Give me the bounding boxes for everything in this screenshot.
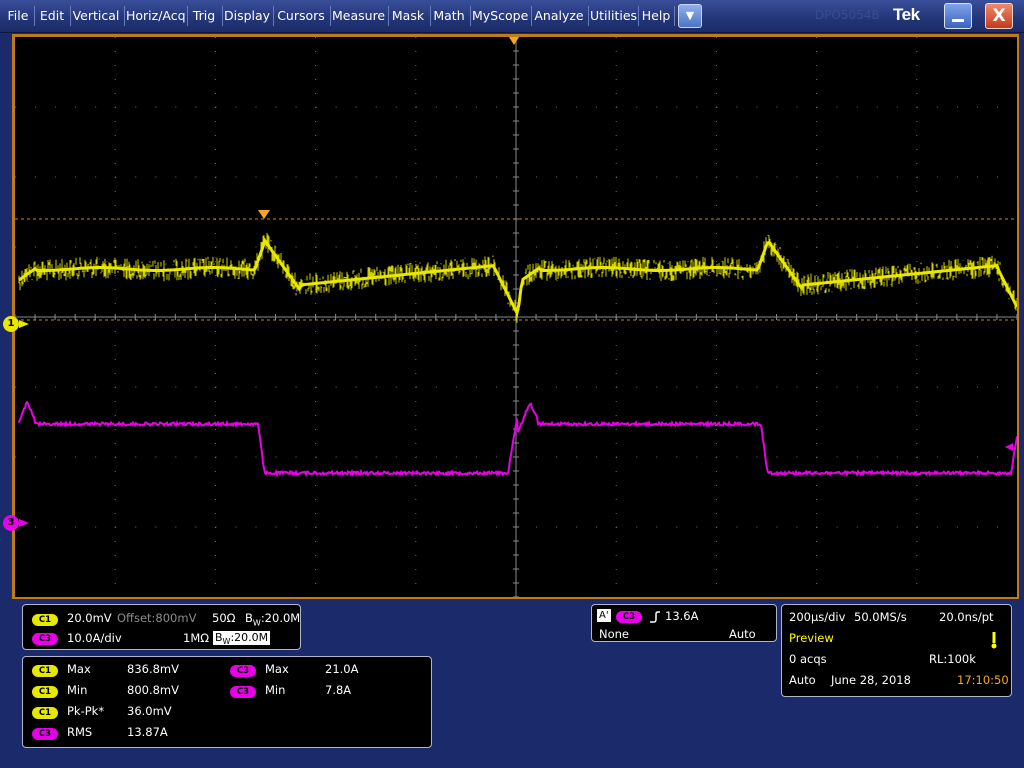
c1-badge[interactable]: C1 — [32, 614, 58, 626]
measurement-name: Max — [67, 662, 91, 676]
record-length: RL:100k — [929, 652, 976, 666]
ch1-marker[interactable]: 1 — [3, 316, 19, 332]
rising-edge-icon — [650, 611, 660, 623]
measurement-badge: C3 — [230, 686, 256, 698]
acq-mode: Auto — [789, 673, 816, 687]
measurement-badge: C3 — [230, 665, 256, 677]
c1-termination: 50Ω — [212, 611, 236, 625]
measurement-name: Pk-Pk* — [67, 704, 105, 718]
c1-bandwidth: BW:20.0M — [245, 611, 301, 628]
c3-termination: 1MΩ — [183, 631, 210, 645]
acquisition-panel[interactable]: 200µs/div 50.0MS/s 20.0ns/pt Preview 0 a… — [781, 604, 1012, 697]
measurement-badge: C3 — [32, 728, 58, 740]
ch3-ground-arrow — [19, 519, 29, 527]
measurement-name: Max — [265, 662, 289, 676]
time-per-div: 200µs/div — [789, 610, 846, 624]
trigger-mode: Auto — [729, 627, 756, 641]
ch3-marker[interactable]: 3 — [3, 515, 19, 531]
acq-state: Preview — [789, 631, 834, 645]
marker-layer — [19, 37, 1013, 527]
measurements-panel[interactable]: C1 Max 836.8mV C1 Min 800.8mV C1 Pk-Pk* … — [22, 656, 432, 748]
trigger-point-marker — [258, 210, 270, 219]
measurement-badge: C1 — [32, 707, 58, 719]
acq-time: 17:10:50 — [957, 673, 1009, 687]
measurement-badge: C1 — [32, 686, 58, 698]
measurement-name: Min — [67, 683, 88, 697]
c3-bandwidth: BW:20.0M — [213, 631, 271, 647]
warning-icon — [991, 632, 997, 649]
trigger-type-badge: A' — [597, 609, 611, 622]
trigger-source-badge: C3 — [616, 611, 642, 623]
acq-count: 0 acqs — [789, 652, 827, 666]
measurement-badge: C1 — [32, 665, 58, 677]
measurement-value: 21.0A — [325, 662, 359, 676]
trigger-level-marker[interactable] — [1005, 443, 1013, 451]
measurement-value: 7.8A — [325, 683, 352, 697]
c1-scale: 20.0mV — [67, 611, 112, 625]
resolution: 20.0ns/pt — [939, 610, 994, 624]
trigger-level: 13.6A — [665, 609, 699, 623]
measurement-value: 36.0mV — [127, 704, 172, 718]
c1-offset: Offset:800mV — [117, 611, 197, 625]
trigger-coupling: None — [599, 627, 630, 641]
sample-rate: 50.0MS/s — [854, 610, 907, 624]
measurement-value: 836.8mV — [127, 662, 179, 676]
measurement-name: RMS — [67, 725, 93, 739]
measurement-value: 800.8mV — [127, 683, 179, 697]
measurement-name: Min — [265, 683, 286, 697]
c3-scale: 10.0A/div — [67, 631, 122, 645]
trigger-position-marker[interactable] — [509, 37, 519, 45]
ch1-ground-arrow — [19, 320, 29, 328]
channel-settings-panel[interactable]: C1 20.0mV Offset:800mV 50Ω BW:20.0M C3 1… — [22, 604, 301, 650]
acq-date: June 28, 2018 — [831, 673, 911, 687]
c3-badge[interactable]: C3 — [32, 633, 58, 645]
trigger-panel[interactable]: A' C3 13.6A None Auto — [591, 604, 777, 642]
measurement-value: 13.87A — [127, 725, 168, 739]
